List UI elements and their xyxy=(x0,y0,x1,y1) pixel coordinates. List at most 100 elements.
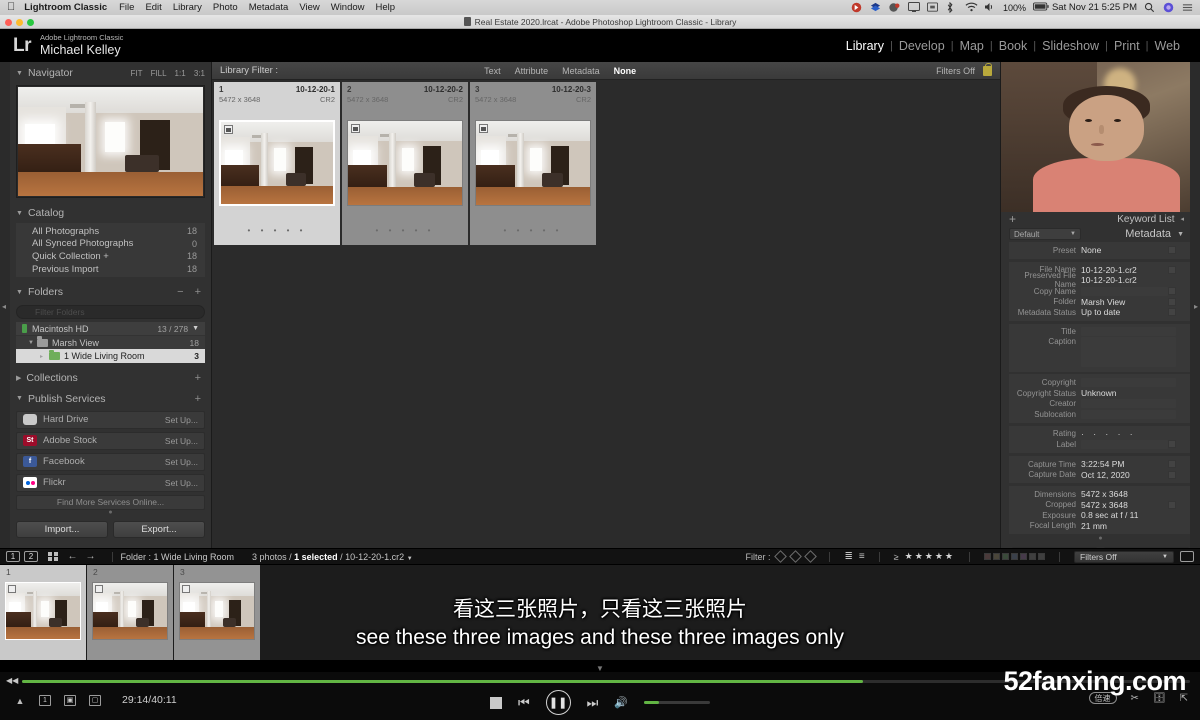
metadata-field-capture-time[interactable]: Capture Time 3:22:54 PM xyxy=(1009,459,1192,470)
filmstrip-cell[interactable]: 2 xyxy=(87,565,173,660)
metadata-panel-header[interactable]: Default ▼ Metadata ▼ xyxy=(1001,226,1200,242)
folder-filter-input[interactable]: Filter Folders xyxy=(16,305,205,320)
next-button[interactable]: ⏭ xyxy=(587,695,599,711)
volume-slider[interactable] xyxy=(644,701,711,704)
publish-service-flickr[interactable]: Flickr Set Up... xyxy=(16,473,205,492)
metadata-field-sublocation[interactable]: Sublocation xyxy=(1009,409,1192,420)
rating-operator-label[interactable]: ≥ xyxy=(894,552,899,562)
cell-thumbnail[interactable] xyxy=(219,120,335,206)
metadata-badge-icon[interactable] xyxy=(95,585,103,593)
zoom-fill[interactable]: FILL xyxy=(151,69,167,78)
publish-service-setup-link[interactable]: Set Up... xyxy=(165,457,198,467)
filmstrip-cell[interactable]: 1 xyxy=(0,565,86,660)
add-keyword-button[interactable]: + xyxy=(1009,212,1016,226)
find-more-services-button[interactable]: Find More Services Online... xyxy=(16,494,205,510)
publish-service-adobe-stock[interactable]: St Adobe Stock Set Up... xyxy=(16,431,205,450)
collections-panel-header[interactable]: ▶ Collections + xyxy=(10,366,211,388)
next-photo-icon[interactable]: → xyxy=(86,551,96,562)
grid-cell[interactable]: 1 10-12-20-1 5472 x 3648 CR2 • • • • • xyxy=(214,82,340,245)
export-button[interactable]: Export... xyxy=(113,520,205,538)
grid-cell[interactable]: 2 10-12-20-2 5472 x 3648 CR2 • • • • • xyxy=(342,82,468,245)
flag-unflagged-icon[interactable] xyxy=(789,550,803,563)
module-book[interactable]: Book xyxy=(993,39,1034,53)
metadata-badge-icon[interactable] xyxy=(8,585,16,593)
metadata-field-title[interactable]: Title xyxy=(1009,327,1192,338)
rating-stars[interactable]: · · · · · xyxy=(1081,429,1176,439)
metadata-field-capture-date[interactable]: Capture Date Oct 12, 2020 xyxy=(1009,469,1192,480)
rating-filter-stars[interactable]: ★★★★★ xyxy=(905,551,955,562)
module-print[interactable]: Print xyxy=(1108,39,1146,53)
menu-photo[interactable]: Photo xyxy=(213,2,238,13)
spotlight-search-icon[interactable] xyxy=(1144,2,1156,13)
triangle-down-icon[interactable]: ▼ xyxy=(28,340,34,346)
crop-icon[interactable] xyxy=(1168,500,1176,509)
cell-rating-dots[interactable]: • • • • • xyxy=(342,226,468,235)
grid-cell[interactable]: 3 10-12-20-3 5472 x 3648 CR2 • • • • • xyxy=(470,82,596,245)
module-develop[interactable]: Develop xyxy=(893,39,951,53)
edit-icon[interactable] xyxy=(1168,287,1176,296)
window-controls[interactable] xyxy=(5,18,34,26)
identity-plate[interactable]: Adobe Lightroom Classic Michael Kelley xyxy=(40,33,123,57)
publish-service-setup-link[interactable]: Set Up... xyxy=(165,415,198,425)
publish-service-facebook[interactable]: f Facebook Set Up... xyxy=(16,452,205,471)
metadata-status-icon[interactable] xyxy=(1168,308,1176,317)
menu-window[interactable]: Window xyxy=(331,2,365,13)
keyword-list-panel-header[interactable]: + Keyword List ◂ xyxy=(1001,212,1200,226)
menu-view[interactable]: View xyxy=(299,2,319,13)
metadata-field-label[interactable]: Label xyxy=(1009,439,1192,450)
cell-rating-dots[interactable]: • • • • • xyxy=(470,226,596,235)
collections-add-button[interactable]: + xyxy=(195,372,205,384)
chevron-down-icon[interactable]: ▼ xyxy=(407,556,413,562)
filmstrip-thumbnail[interactable] xyxy=(5,582,81,640)
filter-tab-metadata[interactable]: Metadata xyxy=(562,66,600,76)
navigator-panel-header[interactable]: ▼ Navigator FIT FILL 1:1 3:1 xyxy=(10,62,211,83)
volume-icon[interactable] xyxy=(984,2,996,13)
module-slideshow[interactable]: Slideshow xyxy=(1036,39,1105,53)
catalog-item-all-photographs[interactable]: All Photographs 18 xyxy=(16,225,205,238)
metadata-field-copy-name[interactable]: Copy Name xyxy=(1009,286,1192,297)
chevron-down-icon[interactable] xyxy=(1168,246,1176,255)
filter-tab-text[interactable]: Text xyxy=(484,66,501,76)
menubar-app-name[interactable]: Lightroom Classic xyxy=(24,2,107,13)
publish-service-setup-link[interactable]: Set Up... xyxy=(165,478,198,488)
folders-add-remove[interactable]: − + xyxy=(177,286,205,298)
grid-view[interactable]: 1 10-12-20-1 5472 x 3648 CR2 • • • • • 2… xyxy=(212,80,1000,548)
pause-button[interactable]: ❚❚ xyxy=(545,690,571,715)
display-icon[interactable] xyxy=(907,2,920,13)
cell-thumbnail[interactable] xyxy=(347,120,463,206)
filter-tab-none[interactable]: None xyxy=(614,66,637,76)
metadata-field-folder[interactable]: Folder Marsh View xyxy=(1009,296,1192,307)
triangle-down-icon[interactable]: ▼ xyxy=(192,325,199,332)
metadata-field-caption[interactable]: Caption xyxy=(1009,337,1192,369)
chevron-right-icon[interactable]: ▸ xyxy=(1194,302,1198,311)
import-button[interactable]: Import... xyxy=(16,520,108,538)
left-panel-collapse-strip[interactable]: ◂ xyxy=(0,62,10,548)
zoom-1to1[interactable]: 1:1 xyxy=(175,69,186,78)
publish-add-button[interactable]: + xyxy=(195,393,205,405)
publish-service-setup-link[interactable]: Set Up... xyxy=(165,436,198,446)
previous-photo-icon[interactable]: ← xyxy=(68,551,78,562)
module-map[interactable]: Map xyxy=(954,39,990,53)
cell-thumbnail[interactable] xyxy=(475,120,591,206)
battery-icon[interactable] xyxy=(1032,2,1049,13)
metadata-badge-icon[interactable] xyxy=(224,125,233,134)
metadata-field-copyright-status[interactable]: Copyright Status Unknown xyxy=(1009,388,1192,399)
siri-icon[interactable] xyxy=(1163,2,1175,13)
publish-services-panel-header[interactable]: ▼ Publish Services + xyxy=(10,387,211,409)
apple-logo-icon[interactable]:  xyxy=(7,2,15,13)
calendar-icon[interactable] xyxy=(1168,470,1176,479)
goto-file-icon[interactable] xyxy=(1168,265,1176,274)
view-mode-1-button[interactable]: 1 xyxy=(6,551,20,562)
triangle-right-icon[interactable]: ▸ xyxy=(40,353,46,360)
menubar-clock[interactable]: Sat Nov 21 5:25 PM xyxy=(1052,2,1137,13)
navigator-preview[interactable] xyxy=(16,85,205,198)
catalog-panel-header[interactable]: ▼ Catalog xyxy=(10,202,211,223)
filter-tab-attribute[interactable]: Attribute xyxy=(515,66,549,76)
folder-volume-macintosh-hd[interactable]: Macintosh HD 13 / 278 ▼ xyxy=(16,322,205,336)
metadata-badge-icon[interactable] xyxy=(182,585,190,593)
grid-view-icon[interactable] xyxy=(48,551,58,562)
edit-capture-time-icon[interactable] xyxy=(1168,460,1176,469)
menu-edit[interactable]: Edit xyxy=(145,2,161,13)
previous-button[interactable]: ⏮ xyxy=(518,695,530,711)
menu-help[interactable]: Help xyxy=(376,2,396,13)
